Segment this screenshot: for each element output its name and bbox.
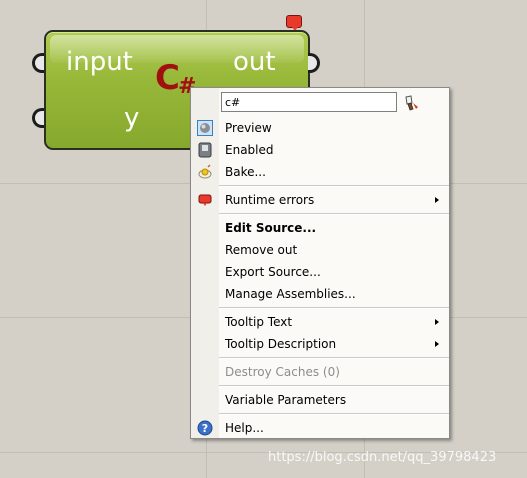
- menu-item-label: Runtime errors: [225, 193, 315, 207]
- menu-item-tooltip-description[interactable]: Tooltip Description: [191, 333, 449, 355]
- menu-separator: [219, 413, 449, 415]
- enabled-icon: [198, 142, 212, 158]
- submenu-arrow-icon: [435, 319, 439, 325]
- menu-item-label: Variable Parameters: [225, 393, 347, 407]
- menu-item-label: Export Source...: [225, 265, 321, 279]
- menu-item-edit-source[interactable]: Edit Source...: [191, 217, 449, 239]
- watermark-text: https://blog.csdn.net/qq_39798423: [268, 450, 497, 465]
- menu-item-manage-assemblies[interactable]: Manage Assemblies...: [191, 283, 449, 305]
- menu-separator: [219, 185, 449, 187]
- menu-item-destroy-caches: Destroy Caches (0): [191, 361, 449, 383]
- submenu-arrow-icon: [435, 197, 439, 203]
- menu-item-label: Preview: [225, 121, 272, 135]
- bake-icon: [198, 164, 212, 179]
- menu-item-label: Bake...: [225, 165, 266, 179]
- menu-item-label: Enabled: [225, 143, 274, 157]
- component-name-row: [221, 92, 441, 114]
- warning-balloon-icon[interactable]: [286, 15, 302, 31]
- menu-item-preview[interactable]: Preview: [191, 117, 449, 139]
- component-name-input[interactable]: [221, 92, 397, 112]
- menu-item-help[interactable]: ? Help...: [191, 417, 449, 439]
- menu-item-label: Help...: [225, 421, 264, 435]
- menu-separator: [219, 385, 449, 387]
- menu-item-runtime-errors[interactable]: Runtime errors: [191, 189, 449, 211]
- csharp-logo-icon: C: [155, 58, 180, 98]
- input-param-label: input: [66, 47, 133, 77]
- submenu-arrow-icon: [435, 341, 439, 347]
- output-param-out-label: out: [233, 47, 276, 77]
- display-color-icon[interactable]: [402, 94, 420, 112]
- menu-separator: [219, 357, 449, 359]
- menu-item-enabled[interactable]: Enabled: [191, 139, 449, 161]
- preview-icon: [197, 120, 213, 136]
- menu-item-bake[interactable]: Bake...: [191, 161, 449, 183]
- svg-text:?: ?: [202, 422, 208, 435]
- menu-separator: [219, 307, 449, 309]
- menu-separator: [219, 213, 449, 215]
- menu-item-label: Edit Source...: [225, 221, 317, 235]
- menu-item-label: Manage Assemblies...: [225, 287, 356, 301]
- menu-item-label: Destroy Caches (0): [225, 365, 340, 379]
- menu-item-export-source[interactable]: Export Source...: [191, 261, 449, 283]
- help-icon: ?: [197, 420, 213, 436]
- menu-item-label: Remove out: [225, 243, 298, 257]
- runtime-errors-icon: [198, 194, 212, 206]
- context-menu: Preview Enabled Bake... Runtime errors E…: [190, 87, 450, 439]
- menu-item-tooltip-text[interactable]: Tooltip Text: [191, 311, 449, 333]
- menu-item-remove-out[interactable]: Remove out: [191, 239, 449, 261]
- menu-item-variable-parameters[interactable]: Variable Parameters: [191, 389, 449, 411]
- menu-item-label: Tooltip Text: [225, 315, 293, 329]
- input-param-y-label: y: [124, 103, 140, 133]
- menu-item-label: Tooltip Description: [225, 337, 337, 351]
